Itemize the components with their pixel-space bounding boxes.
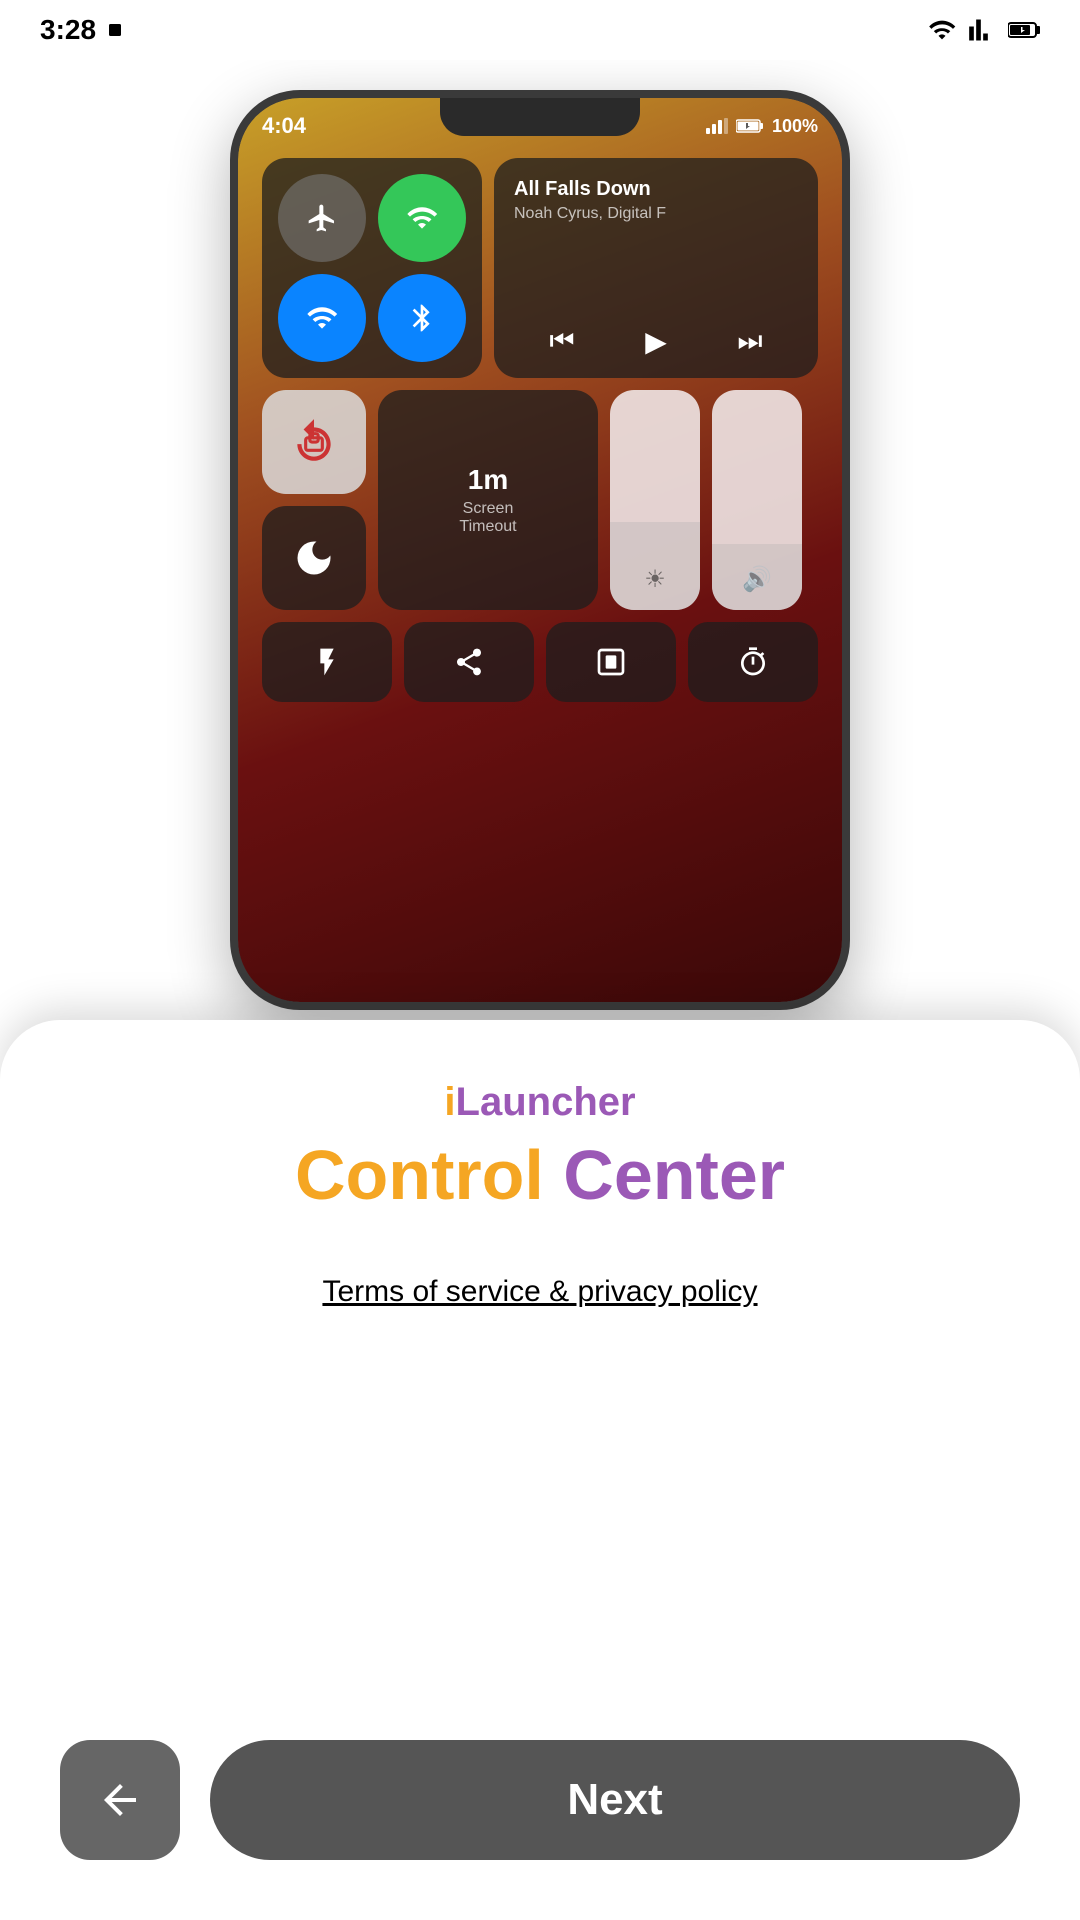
rotation-lock-btn[interactable]: [262, 390, 366, 494]
android-icon: [106, 21, 124, 39]
cc-left-col: [262, 390, 366, 610]
prev-btn[interactable]: ⏮: [549, 325, 574, 358]
phone-area: 4:04: [0, 0, 1080, 1020]
cc-connectivity-panel: [262, 158, 482, 378]
screen-record-icon: [595, 646, 627, 678]
app-name: iLauncher: [444, 1080, 635, 1125]
music-info: All Falls Down Noah Cyrus, Digital F: [514, 178, 798, 223]
app-name-launcher: Launcher: [456, 1080, 636, 1124]
hotspot-btn[interactable]: [378, 174, 466, 262]
volume-icon: 🔊: [742, 565, 772, 594]
airplane-btn[interactable]: [278, 174, 366, 262]
battery-icon: [1008, 20, 1040, 40]
cc-music-panel: All Falls Down Noah Cyrus, Digital F ⏮ ▶…: [494, 158, 818, 378]
timeout-label: ScreenTimeout: [459, 500, 516, 536]
cc-row2: 1m ScreenTimeout ☀: [262, 390, 818, 610]
phone-time: 4:04: [262, 109, 306, 139]
timer-btn[interactable]: [688, 622, 818, 702]
bluetooth-icon: [406, 302, 438, 334]
control-center: All Falls Down Noah Cyrus, Digital F ⏮ ▶…: [262, 158, 818, 978]
app-subtitle: Control Center: [295, 1135, 785, 1215]
status-bar: 3:28: [0, 0, 1080, 60]
app-name-i: i: [444, 1080, 455, 1124]
flashlight-icon: [311, 646, 343, 678]
share-icon: [453, 646, 485, 678]
wifi-btn[interactable]: [278, 274, 366, 362]
signal-icon: [968, 16, 996, 44]
dnd-btn[interactable]: [262, 506, 366, 610]
next-button[interactable]: Next: [210, 1740, 1020, 1860]
phone-battery-text: 100%: [772, 116, 818, 137]
time-display: 3:28: [40, 14, 96, 46]
airdrop-btn[interactable]: [404, 622, 534, 702]
page-background: 3:28: [0, 0, 1080, 1920]
status-icons: [928, 16, 1040, 44]
back-arrow-icon: [96, 1776, 144, 1824]
next-button-label: Next: [567, 1775, 662, 1825]
flashlight-btn[interactable]: [262, 622, 392, 702]
bluetooth-btn[interactable]: [378, 274, 466, 362]
screen-timeout-btn[interactable]: 1m ScreenTimeout: [378, 390, 598, 610]
cc-row1: All Falls Down Noah Cyrus, Digital F ⏮ ▶…: [262, 158, 818, 378]
brightness-slider[interactable]: ☀: [610, 390, 700, 610]
subtitle-control: Control: [295, 1136, 544, 1214]
moon-icon: [292, 536, 336, 580]
wifi-icon: [928, 16, 956, 44]
status-time: 3:28: [40, 14, 124, 46]
back-button[interactable]: [60, 1740, 180, 1860]
next-btn[interactable]: ⏭: [737, 325, 762, 358]
timeout-value: 1m: [468, 464, 508, 496]
music-artist: Noah Cyrus, Digital F: [514, 205, 798, 223]
phone-screen: 4:04: [238, 98, 842, 1002]
terms-link[interactable]: Terms of service & privacy policy: [322, 1275, 757, 1309]
volume-slider[interactable]: 🔊: [712, 390, 802, 610]
music-title: All Falls Down: [514, 178, 798, 201]
cc-row3: [262, 622, 818, 702]
music-controls[interactable]: ⏮ ▶ ⏭: [514, 325, 798, 358]
phone-battery-icon: [736, 118, 764, 134]
phone-notch: [440, 98, 640, 136]
phone-mockup: 4:04: [230, 90, 850, 1010]
bottom-card: iLauncher Control Center Terms of servic…: [0, 1020, 1080, 1920]
wifi-btn-icon: [306, 302, 338, 334]
cc-sliders: ☀ 🔊: [610, 390, 818, 610]
play-btn[interactable]: ▶: [645, 325, 667, 358]
phone-status-icons: 100%: [706, 112, 818, 137]
hotspot-icon: [406, 202, 438, 234]
bottom-actions: Next: [60, 1740, 1020, 1860]
phone-signal-icon: [706, 118, 728, 134]
subtitle-center: Center: [544, 1136, 785, 1214]
screen-record-btn[interactable]: [546, 622, 676, 702]
timer-icon: [737, 646, 769, 678]
airplane-icon: [306, 202, 338, 234]
rotation-icon: [289, 417, 339, 467]
brightness-icon: ☀: [644, 565, 666, 594]
